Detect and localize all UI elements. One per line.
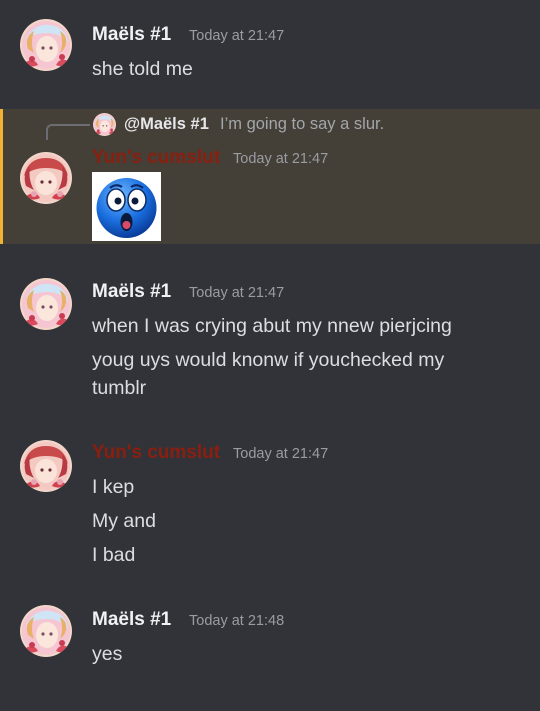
message-text: yes bbox=[92, 643, 123, 665]
message-author[interactable]: Yun's cumslut bbox=[92, 442, 220, 464]
message-author[interactable]: Yun's cumslut bbox=[92, 147, 220, 169]
reply-preview-text[interactable]: I’m going to say a slur. bbox=[220, 115, 384, 134]
message-author[interactable]: Maëls #1 bbox=[92, 281, 171, 303]
avatar[interactable] bbox=[20, 19, 72, 71]
avatar-image bbox=[20, 440, 72, 492]
message-text: tumblr bbox=[92, 377, 147, 399]
message-text: when I was crying abut my nnew pierjcing bbox=[92, 315, 452, 337]
message-text: I kep bbox=[92, 476, 135, 498]
shocked-face-emoji-icon[interactable] bbox=[92, 172, 161, 241]
message: Maëls #1 Today at 21:48 yes bbox=[0, 590, 540, 690]
avatar-image bbox=[20, 605, 72, 657]
message-text: she told me bbox=[92, 58, 193, 80]
message-timestamp: Today at 21:47 bbox=[233, 446, 329, 462]
avatar-image bbox=[20, 278, 72, 330]
avatar[interactable] bbox=[20, 605, 72, 657]
avatar[interactable] bbox=[20, 152, 72, 204]
message: Yun's cumslut Today at 21:47 I kep My an… bbox=[0, 425, 540, 585]
avatar[interactable] bbox=[20, 440, 72, 492]
message: Maëls #1 Today at 21:47 she told me bbox=[0, 0, 540, 100]
reply-avatar[interactable] bbox=[93, 113, 116, 136]
message-text: I bad bbox=[92, 544, 136, 566]
reply-avatar-image bbox=[93, 113, 116, 136]
message-author[interactable]: Maëls #1 bbox=[92, 24, 171, 46]
message-text: My and bbox=[92, 510, 156, 532]
message-author[interactable]: Maëls #1 bbox=[92, 609, 171, 631]
avatar-image bbox=[20, 19, 72, 71]
reply-connector bbox=[46, 124, 90, 140]
avatar[interactable] bbox=[20, 278, 72, 330]
message-text: youg uys would knonw if youchecked my bbox=[92, 349, 445, 371]
message-timestamp: Today at 21:47 bbox=[189, 285, 285, 301]
reply-author[interactable]: @Maëls #1 bbox=[124, 115, 209, 134]
message-timestamp: Today at 21:47 bbox=[189, 28, 285, 44]
message-timestamp: Today at 21:48 bbox=[189, 613, 285, 629]
mention-highlight-bar bbox=[0, 109, 3, 244]
avatar-image bbox=[20, 152, 72, 204]
message: Maëls #1 Today at 21:47 when I was cryin… bbox=[0, 260, 540, 410]
message-timestamp: Today at 21:47 bbox=[233, 151, 329, 167]
